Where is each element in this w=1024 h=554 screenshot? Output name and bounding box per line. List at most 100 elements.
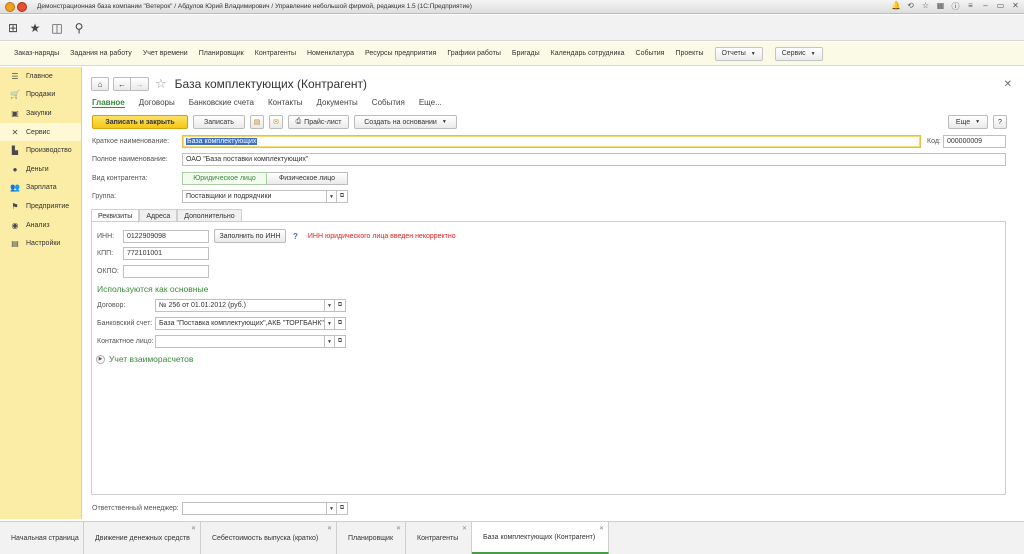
- tab-bank-accounts[interactable]: Банковские счета: [189, 98, 254, 108]
- group-open-button[interactable]: ⧉: [337, 190, 348, 203]
- code-input[interactable]: 000000009: [943, 135, 1006, 148]
- bank-account-open-button[interactable]: ⧉: [335, 317, 346, 330]
- info-icon[interactable]: ⓘ: [951, 1, 960, 12]
- notifications-icon[interactable]: 🔔: [891, 1, 901, 12]
- contract-open-button[interactable]: ⧉: [335, 299, 346, 312]
- bank-account-input[interactable]: База "Поставка комплектующих",АКБ "ТОРГБ…: [155, 317, 325, 330]
- full-name-input[interactable]: ОАО "База поставки комплектующих": [182, 153, 1006, 166]
- tab-main[interactable]: Главное: [92, 98, 125, 108]
- manager-open-button[interactable]: ⧉: [337, 502, 348, 515]
- report-button[interactable]: ▤: [250, 115, 264, 129]
- sidebar-item-settings[interactable]: ▤ Настройки: [0, 234, 81, 253]
- section-link[interactable]: Бригады: [512, 50, 540, 57]
- favorite-star-icon[interactable]: ☆: [155, 76, 167, 92]
- calc-icon[interactable]: ▦: [936, 1, 945, 12]
- contact-person-open-button[interactable]: ⧉: [335, 335, 346, 348]
- maximize-icon[interactable]: ▭: [996, 1, 1005, 12]
- minimize-icon[interactable]: –: [981, 1, 990, 12]
- settlements-expander[interactable]: ▶ Учет взаиморасчетов: [96, 354, 193, 364]
- apps-grid-icon[interactable]: ⊞: [4, 19, 22, 37]
- section-link[interactable]: Заказ-наряды: [14, 50, 59, 57]
- section-commands: Заказ-наряды Задания на работу Учет врем…: [0, 42, 1024, 66]
- sidebar-item-purchases[interactable]: ▣ Закупки: [0, 104, 81, 123]
- close-icon[interactable]: ✕: [1011, 1, 1020, 12]
- section-link[interactable]: Учет времени: [143, 50, 188, 57]
- kind-legal-option[interactable]: Юридическое лицо: [182, 172, 267, 185]
- section-link[interactable]: Планировщик: [199, 50, 244, 57]
- favorites-icon[interactable]: ☆: [921, 1, 930, 12]
- group-input[interactable]: Поставщики и подрядчики: [182, 190, 327, 203]
- window-tab[interactable]: Планировщик ✕: [337, 522, 406, 554]
- save-button[interactable]: Записать: [193, 115, 245, 129]
- price-list-button[interactable]: ⎙ Прайс-лист: [288, 115, 349, 129]
- window-tab-label: Контрагенты: [417, 534, 459, 542]
- contract-input[interactable]: № 256 от 01.01.2012 (руб.): [155, 299, 325, 312]
- tab-more[interactable]: Еще...: [419, 98, 442, 108]
- okpo-input[interactable]: [123, 265, 209, 278]
- section-link[interactable]: Календарь сотрудника: [551, 50, 625, 57]
- bank-account-dropdown-button[interactable]: ▼: [325, 317, 335, 330]
- app-menu-icon[interactable]: [17, 1, 27, 12]
- sidebar-item-salary[interactable]: 👥 Зарплата: [0, 179, 81, 198]
- sidebar-item-sales[interactable]: 🛒 Продажи: [0, 86, 81, 105]
- section-link[interactable]: Проекты: [675, 50, 703, 57]
- sidebar-item-production[interactable]: ▙ Производство: [0, 141, 81, 160]
- window-tab-label: Себестоимость выпуска (кратко): [212, 534, 319, 542]
- kpp-input[interactable]: 772101001: [123, 247, 209, 260]
- inn-input[interactable]: 0122909098: [123, 229, 209, 243]
- manager-dropdown-button[interactable]: ▼: [327, 502, 337, 515]
- close-form-icon[interactable]: ✕: [1004, 79, 1012, 90]
- history-icon[interactable]: ◫: [48, 19, 66, 37]
- window-tab[interactable]: Себестоимость выпуска (кратко) ✕: [201, 522, 337, 554]
- window-tab-active[interactable]: База комплектующих (Контрагент) ✕: [472, 522, 609, 554]
- sidebar-item-enterprise[interactable]: ⚑ Предприятие: [0, 197, 81, 216]
- tab-contracts[interactable]: Договоры: [139, 98, 175, 108]
- close-tab-icon[interactable]: ✕: [599, 525, 604, 532]
- settings-icon[interactable]: ≡: [966, 1, 975, 12]
- contract-dropdown-button[interactable]: ▼: [325, 299, 335, 312]
- section-link[interactable]: Номенклатура: [307, 50, 354, 57]
- kind-individual-option[interactable]: Физическое лицо: [267, 172, 348, 185]
- manager-input[interactable]: [182, 502, 327, 515]
- save-and-close-button[interactable]: Записать и закрыть: [92, 115, 188, 129]
- section-link[interactable]: Графики работы: [447, 50, 501, 57]
- window-tab[interactable]: Контрагенты ✕: [406, 522, 472, 554]
- command-bar-right: Еще ▼ ?: [948, 115, 1007, 129]
- close-tab-icon[interactable]: ✕: [327, 525, 332, 532]
- group-dropdown-button[interactable]: ▼: [327, 190, 337, 203]
- tab-events[interactable]: События: [372, 98, 405, 108]
- sidebar-item-money[interactable]: ● Деньги: [0, 160, 81, 179]
- inn-help-icon[interactable]: ?: [293, 232, 298, 241]
- short-name-input[interactable]: База комплектующих: [182, 135, 921, 148]
- section-link[interactable]: Ресурсы предприятия: [365, 50, 436, 57]
- home-button[interactable]: ⌂: [91, 77, 109, 91]
- search-icon[interactable]: ⚲: [70, 19, 88, 37]
- section-link[interactable]: Задания на работу: [70, 50, 132, 57]
- section-link[interactable]: События: [636, 50, 665, 57]
- favorites-star-icon[interactable]: ★: [26, 19, 44, 37]
- back-button[interactable]: ←: [113, 77, 131, 91]
- fill-by-inn-button[interactable]: Заполнить по ИНН: [214, 229, 286, 243]
- contact-person-input[interactable]: [155, 335, 325, 348]
- mail-button[interactable]: ✉: [269, 115, 283, 129]
- sidebar-item-main[interactable]: ☰ Главное: [0, 67, 81, 86]
- reports-menu-button[interactable]: Отчеты ▼: [714, 46, 763, 61]
- create-based-on-button[interactable]: Создать на основании ▼: [354, 115, 457, 129]
- more-button[interactable]: Еще ▼: [948, 115, 988, 129]
- history-icon[interactable]: ⟲: [906, 1, 915, 12]
- window-tab[interactable]: Начальная страница: [0, 522, 84, 554]
- close-tab-icon[interactable]: ✕: [191, 525, 196, 532]
- window-tab[interactable]: Движение денежных средств ✕: [84, 522, 201, 554]
- service-menu-button[interactable]: Сервис ▼: [774, 46, 823, 61]
- close-tab-icon[interactable]: ✕: [462, 525, 467, 532]
- inn-error-message: ИНН юридического лица введен некорректно: [307, 232, 456, 240]
- help-button[interactable]: ?: [993, 115, 1007, 129]
- tab-documents[interactable]: Документы: [317, 98, 358, 108]
- forward-button[interactable]: →: [131, 77, 149, 91]
- sidebar-item-service[interactable]: ✕ Сервис: [0, 122, 81, 142]
- close-tab-icon[interactable]: ✕: [396, 525, 401, 532]
- tab-contacts[interactable]: Контакты: [268, 98, 303, 108]
- sidebar-item-analysis[interactable]: ◉ Анализ: [0, 216, 81, 235]
- contact-person-dropdown-button[interactable]: ▼: [325, 335, 335, 348]
- section-link[interactable]: Контрагенты: [255, 50, 296, 57]
